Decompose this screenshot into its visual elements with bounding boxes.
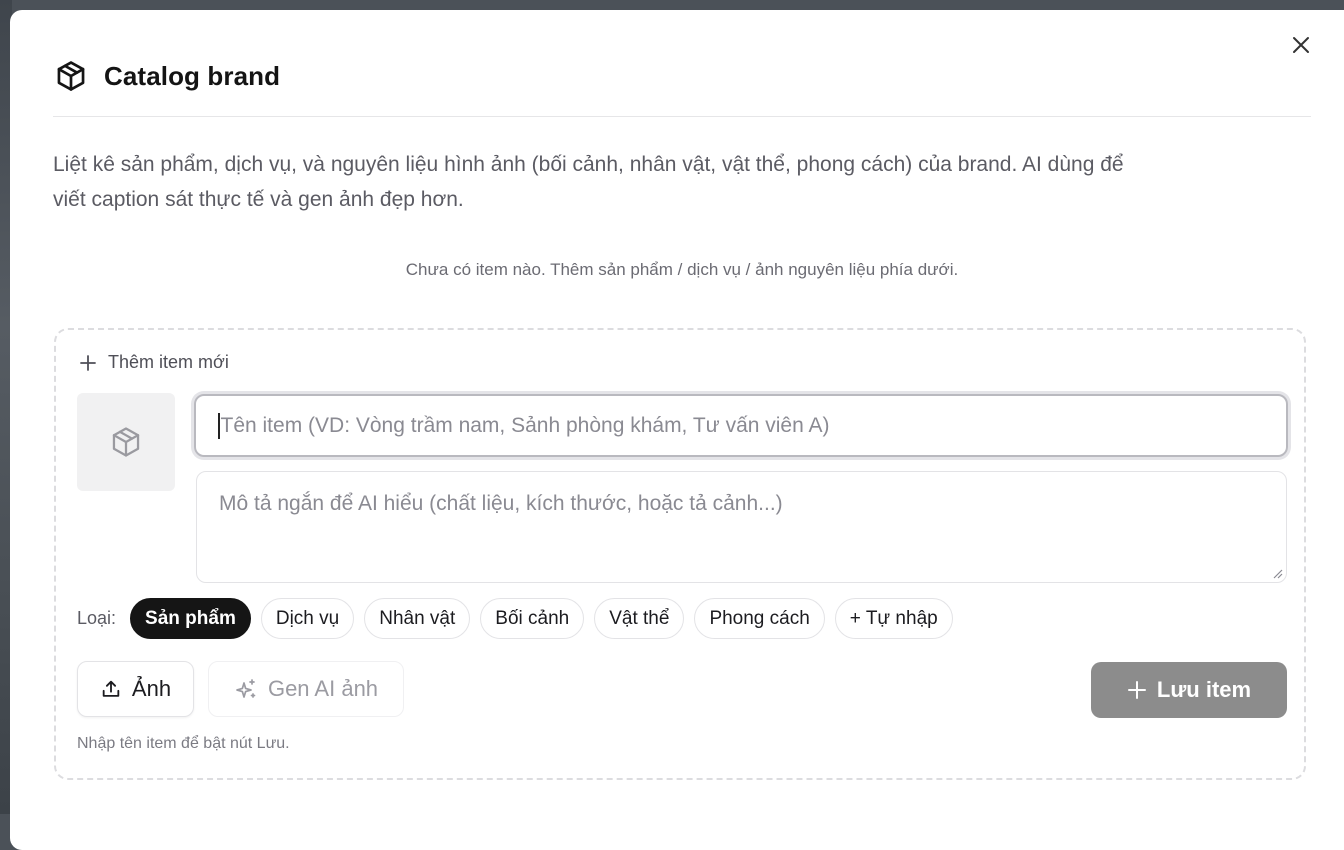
item-description-placeholder: Mô tả ngắn để AI hiểu (chất liệu, kích t… [219, 492, 783, 515]
type-chip-san-pham[interactable]: Sản phẩm [130, 598, 251, 639]
type-chip-custom[interactable]: + Tự nhập [834, 598, 953, 639]
add-item-label: Thêm item mới [108, 352, 229, 372]
text-caret [218, 412, 220, 439]
sparkles-icon [236, 679, 256, 698]
type-chip-phong-cach[interactable]: Phong cách [694, 598, 825, 639]
modal-description: Liệt kê sản phẩm, dịch vụ, và nguyên liệ… [53, 147, 1323, 217]
header-divider [53, 116, 1311, 117]
type-chip-dich-vu[interactable]: Dịch vụ [260, 598, 355, 639]
save-hint: Nhập tên item để bật nút Lưu. [77, 735, 290, 752]
upload-label: Ảnh [131, 676, 172, 701]
item-name-placeholder: Tên item (VD: Vòng trầm nam, Sảnh phòng … [220, 413, 830, 437]
gen-ai-image-button[interactable]: Gen AI ảnh [208, 661, 404, 717]
description-line: Liệt kê sản phẩm, dịch vụ, và nguyên liệ… [53, 153, 1124, 176]
add-item-header: Thêm item mới [78, 352, 229, 373]
type-chip-nhan-vat[interactable]: Nhân vật [364, 598, 471, 639]
save-item-button[interactable]: Lưu item [1091, 662, 1287, 718]
empty-state-message: Chưa có item nào. Thêm sản phẩm / dịch v… [405, 260, 959, 279]
type-chip-boi-canh[interactable]: Bối cảnh [480, 598, 585, 639]
resize-grip-icon[interactable] [1273, 569, 1283, 579]
upload-icon [102, 680, 120, 697]
upload-image-button[interactable]: Ảnh [77, 661, 194, 717]
modal-title: Catalog brand [104, 60, 281, 91]
plus-icon [1127, 681, 1146, 699]
type-chip-vat-the[interactable]: Vật thể [594, 598, 685, 639]
item-type-selector: Loại: Sản phẩm Dịch vụ Nhân vật Bối cảnh… [77, 597, 953, 640]
package-icon [112, 427, 140, 457]
description-line: viết caption sát thực tế và gen ảnh đẹp … [53, 188, 464, 211]
close-icon [1293, 37, 1309, 53]
item-description-textarea[interactable]: Mô tả ngắn để AI hiểu (chất liệu, kích t… [196, 471, 1287, 583]
item-image-placeholder [77, 393, 175, 491]
type-label: Loại: [77, 608, 117, 628]
modal-header: Catalog brand [54, 56, 280, 96]
save-label: Lưu item [1156, 677, 1252, 702]
plus-icon [80, 354, 96, 371]
close-button[interactable] [1288, 32, 1314, 58]
item-name-input[interactable]: Tên item (VD: Vòng trầm nam, Sảnh phòng … [194, 394, 1288, 457]
gen-ai-label: Gen AI ảnh [267, 676, 379, 701]
package-icon [57, 61, 85, 91]
